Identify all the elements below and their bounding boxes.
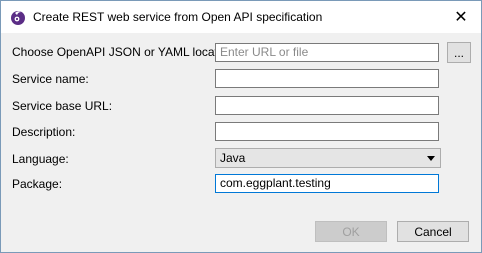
dialog-content <box>1 33 481 252</box>
base-url-label: Service base URL: <box>12 99 113 113</box>
base-url-input[interactable] <box>215 96 439 115</box>
close-icon: ✕ <box>454 9 468 26</box>
dialog-window: Create REST web service from Open API sp… <box>0 0 482 253</box>
window-title: Create REST web service from Open API sp… <box>33 10 323 24</box>
language-label: Language: <box>12 152 69 166</box>
package-input[interactable]: com.eggplant.testing <box>215 174 439 193</box>
chevron-down-icon <box>427 156 435 161</box>
package-label: Package: <box>12 177 63 191</box>
description-label: Description: <box>12 125 76 139</box>
description-input[interactable] <box>215 122 439 141</box>
language-value: Java <box>220 151 246 165</box>
location-input[interactable]: Enter URL or file <box>215 43 439 62</box>
ok-button[interactable]: OK <box>315 221 387 242</box>
service-name-input[interactable] <box>215 69 439 88</box>
language-select[interactable]: Java <box>215 148 441 168</box>
service-name-label: Service name: <box>12 72 89 86</box>
close-button[interactable]: ✕ <box>441 1 481 33</box>
location-label: Choose OpenAPI JSON or YAML location: <box>12 45 238 59</box>
title-bar: Create REST web service from Open API sp… <box>1 1 481 33</box>
eggplant-logo-icon <box>9 8 27 26</box>
cancel-button[interactable]: Cancel <box>397 221 469 242</box>
browse-button[interactable]: ... <box>447 42 471 63</box>
